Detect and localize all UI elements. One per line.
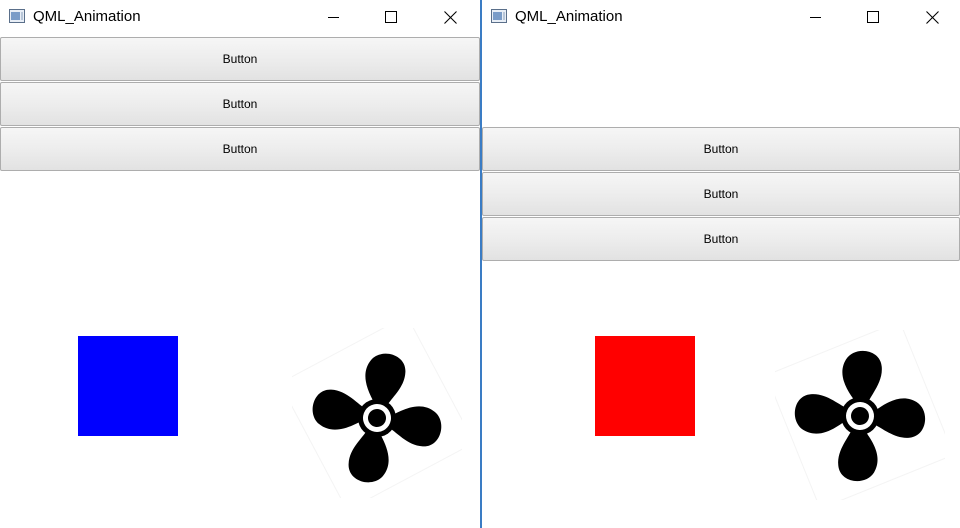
maximize-icon bbox=[867, 11, 879, 23]
close-button[interactable] bbox=[909, 0, 955, 34]
button-1[interactable]: Button bbox=[482, 127, 960, 171]
close-icon bbox=[925, 10, 939, 24]
window-title: QML_Animation bbox=[33, 8, 141, 25]
fan-image bbox=[775, 330, 945, 500]
title-bar[interactable]: QML_Animation bbox=[482, 0, 960, 34]
minimize-button[interactable] bbox=[310, 0, 356, 34]
window-title: QML_Animation bbox=[515, 8, 623, 25]
maximize-button[interactable] bbox=[368, 0, 414, 34]
minimize-button[interactable] bbox=[792, 0, 838, 34]
minimize-icon bbox=[328, 17, 339, 18]
button-1[interactable]: Button bbox=[0, 37, 480, 81]
button-3[interactable]: Button bbox=[0, 127, 480, 171]
maximize-button[interactable] bbox=[850, 0, 896, 34]
button-3[interactable]: Button bbox=[482, 217, 960, 261]
close-button[interactable] bbox=[427, 0, 473, 34]
desktop: QML_Animation Button Button Button QML_A… bbox=[0, 0, 960, 528]
fan-icon bbox=[292, 328, 462, 498]
fan-icon bbox=[775, 330, 945, 500]
app-window-right: QML_Animation Button Button Button bbox=[482, 0, 960, 528]
fan-image bbox=[292, 328, 462, 498]
maximize-icon bbox=[385, 11, 397, 23]
title-bar[interactable]: QML_Animation bbox=[0, 0, 480, 34]
button-2[interactable]: Button bbox=[0, 82, 480, 126]
app-window-icon bbox=[491, 9, 507, 23]
animated-square bbox=[78, 336, 178, 436]
minimize-icon bbox=[810, 17, 821, 18]
app-window-icon bbox=[9, 9, 25, 23]
close-icon bbox=[443, 10, 457, 24]
animated-square bbox=[595, 336, 695, 436]
app-window-left: QML_Animation Button Button Button bbox=[0, 0, 480, 528]
button-2[interactable]: Button bbox=[482, 172, 960, 216]
